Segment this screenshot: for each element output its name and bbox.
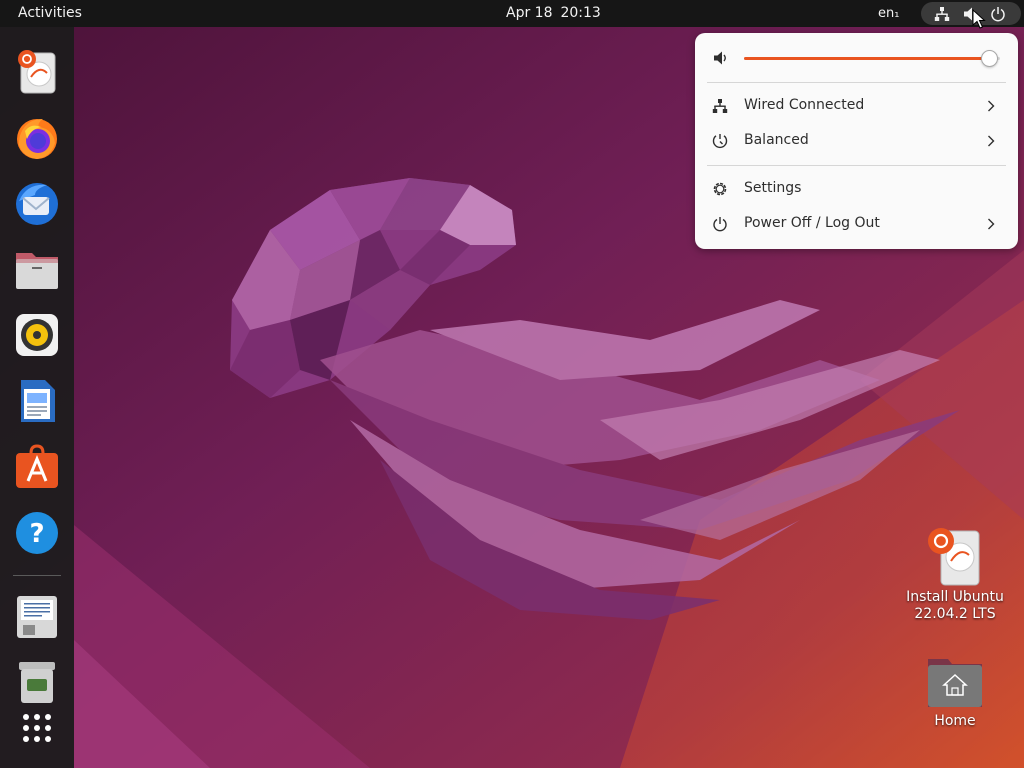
menu-item-label: Balanced — [744, 132, 809, 148]
chevron-right-icon — [988, 218, 995, 230]
desktop-icon-label: 22.04.2 LTS — [914, 606, 996, 622]
power-icon — [713, 217, 727, 232]
menu-item-power-off[interactable]: Power Off / Log Out — [695, 208, 1018, 240]
network-wired-icon — [934, 7, 950, 21]
menu-item-settings[interactable]: Settings — [695, 173, 1018, 205]
system-status-area[interactable] — [921, 2, 1021, 25]
menu-separator — [707, 82, 1006, 83]
menu-item-label: Power Off / Log Out — [744, 215, 880, 231]
chevron-right-icon — [988, 135, 995, 147]
clock-date: Apr 18 — [506, 5, 553, 21]
help-icon[interactable]: ? — [13, 509, 61, 557]
volume-slider[interactable] — [744, 47, 1000, 69]
activities-button[interactable]: Activities — [18, 5, 82, 21]
desktop-icon-install-ubuntu[interactable]: Install Ubuntu 22.04.2 LTS — [903, 527, 1007, 623]
volume-slider-knob[interactable] — [981, 50, 998, 67]
app-grid-icon[interactable] — [13, 705, 61, 753]
files-icon[interactable] — [13, 245, 61, 293]
menu-item-wired[interactable]: Wired Connected — [695, 90, 1018, 122]
install-ubuntu-icon — [928, 528, 980, 586]
svg-text:?: ? — [29, 519, 44, 549]
volume-slider-fill — [744, 57, 990, 60]
dock-separator — [13, 575, 61, 576]
desktop-icon-label: Home — [934, 713, 976, 729]
clock-button[interactable]: Apr 18 20:13 — [506, 5, 601, 21]
power-icon — [991, 7, 1005, 22]
desktop-icon-home[interactable]: Home — [915, 655, 995, 730]
gear-icon — [713, 182, 727, 196]
home-folder-icon — [928, 659, 982, 707]
menu-item-power-mode[interactable]: Balanced — [695, 125, 1018, 157]
dock: ? — [0, 27, 74, 768]
quick-settings-menu: Wired Connected Balanced Settings Power … — [695, 33, 1018, 249]
thunderbird-icon[interactable] — [13, 179, 61, 227]
network-wired-icon — [712, 99, 728, 113]
trash-icon[interactable] — [13, 659, 61, 707]
firefox-icon[interactable] — [13, 113, 61, 161]
app-center-icon[interactable] — [13, 443, 61, 491]
mouse-pointer — [972, 9, 986, 29]
input-language-indicator[interactable]: en₁ — [878, 6, 899, 21]
clock-time: 20:13 — [560, 5, 601, 21]
power-profile-icon — [712, 134, 728, 149]
install-ubuntu-icon[interactable] — [13, 47, 61, 95]
rhythmbox-icon[interactable] — [13, 311, 61, 359]
menu-separator — [707, 165, 1006, 166]
text-editor-icon[interactable] — [13, 593, 61, 641]
writer-icon[interactable] — [13, 377, 61, 425]
desktop-icon-label: Install Ubuntu — [906, 589, 1004, 605]
chevron-right-icon — [988, 100, 995, 112]
menu-item-label: Settings — [744, 180, 802, 196]
volume-icon — [714, 51, 726, 65]
menu-item-label: Wired Connected — [744, 97, 865, 113]
top-bar: Activities Apr 18 20:13 en₁ — [0, 0, 1024, 27]
